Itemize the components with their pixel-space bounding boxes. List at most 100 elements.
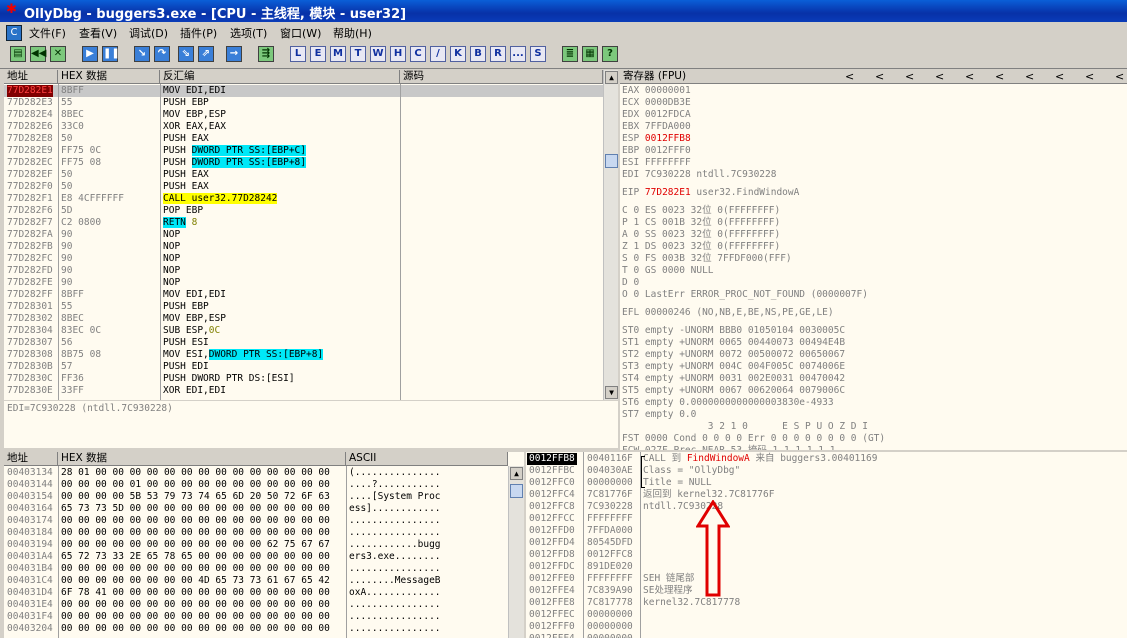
fpu-register-row[interactable]: ST1 empty +UNORM 0065 00440073 00494E4B (622, 337, 845, 349)
step-over-icon[interactable]: ↷ (154, 46, 170, 62)
column-arrow-icon[interactable]: < (965, 71, 974, 83)
trace-over-icon[interactable]: ⇗ (198, 46, 214, 62)
stack-row[interactable]: 0012FFF0 00000000 (526, 621, 1127, 633)
dump-row[interactable]: 004031C4 00 00 00 00 00 00 00 00 4D 65 73… (4, 575, 508, 587)
menu-view[interactable]: 查看(V) (79, 25, 117, 41)
flag-segment-row[interactable]: T 0 GS 0000 NULL (622, 265, 714, 277)
disassembly-pane[interactable]: 地址 HEX 数据 反汇编 源码 77D282E1 8BFF MOV EDI,EDI… (4, 70, 618, 400)
fcw-row[interactable]: FCW 027F Prec NEAR,53 掩码 1 1 1 1 1 1 (622, 445, 835, 450)
disasm-row[interactable]: 77D282FC 90 NOP (4, 253, 603, 265)
stack-row[interactable]: 0012FFF4 00000000 (526, 633, 1127, 638)
stack-row[interactable]: 0012FFD0 7FFDA000 (526, 525, 1127, 537)
column-arrow-icon[interactable]: < (995, 71, 1004, 83)
stack-row[interactable]: 0012FFC8 7C930228 ntdll.7C930228 (526, 501, 1127, 513)
column-arrow-icon[interactable]: < (905, 71, 914, 83)
disasm-header-source[interactable]: 源码 (400, 70, 603, 84)
disasm-row[interactable]: 77D2830B 57 PUSH EDI (4, 361, 603, 373)
dump-row[interactable]: 004031F4 00 00 00 00 00 00 00 00 00 00 00… (4, 611, 508, 623)
flag-segment-row[interactable]: Z 1 DS 0023 32位 0(FFFFFFFF) (622, 241, 780, 253)
dump-row[interactable]: 00403174 00 00 00 00 00 00 00 00 00 00 00… (4, 515, 508, 527)
stack-row[interactable]: 0012FFCC FFFFFFFF (526, 513, 1127, 525)
stack-row[interactable]: 0012FFBC 004030AE Class = "OllyDbg" (526, 465, 1127, 477)
flag-segment-row[interactable]: P 1 CS 001B 32位 0(FFFFFFFF) (622, 217, 780, 229)
dump-row[interactable]: 00403194 00 00 00 00 00 00 00 00 00 00 00… (4, 539, 508, 551)
grid-view-icon[interactable]: ▦ (582, 46, 598, 62)
disasm-scrollbar[interactable]: ▲ ▼ (603, 70, 618, 400)
fpu-register-row[interactable]: ST6 empty 0.0000000000000003830e-4933 (622, 397, 834, 409)
fpu-register-row[interactable]: ST3 empty +UNORM 004C 004F005C 0074006E (622, 361, 845, 373)
flag-segment-row[interactable]: S 0 FS 003B 32位 7FFDF000(FFF) (622, 253, 792, 265)
toolbar-button-l[interactable]: L (290, 46, 306, 62)
scroll-up-icon[interactable]: ▲ (510, 467, 523, 480)
menu-debug[interactable]: 调试(D) (129, 25, 168, 41)
register-edx[interactable]: EDX 0012FDCA (622, 109, 691, 121)
stack-row[interactable]: 0012FFD4 80545DFD (526, 537, 1127, 549)
register-edi[interactable]: EDI 7C930228 ntdll.7C930228 (622, 169, 776, 181)
help-icon[interactable]: ? (602, 46, 618, 62)
disasm-row[interactable]: 77D282EC FF75 08 PUSH DWORD PTR SS:[EBP+8] (4, 157, 603, 169)
toolbar-button-b[interactable]: B (470, 46, 486, 62)
flag-segment-row[interactable]: O 0 LastErr ERROR_PROC_NOT_FOUND (000000… (622, 289, 868, 301)
cpu-window-icon[interactable]: C (6, 25, 22, 41)
dump-row[interactable]: 004031B4 00 00 00 00 00 00 00 00 00 00 00… (4, 563, 508, 575)
register-esi[interactable]: ESI FFFFFFFF (622, 157, 691, 169)
stack-row[interactable]: 0012FFE4 7C839A90 SE处理程序 (526, 585, 1127, 597)
menu-options[interactable]: 选项(T) (230, 25, 267, 41)
step-into-icon[interactable]: ↘ (134, 46, 150, 62)
pause-icon[interactable]: ❚❚ (102, 46, 120, 62)
column-arrow-icon[interactable]: < (935, 71, 944, 83)
stack-row[interactable]: 0012FFC4 7C81776F 返回到 kernel32.7C81776F (526, 489, 1127, 501)
flag-segment-row[interactable]: A 0 SS 0023 32位 0(FFFFFFFF) (622, 229, 780, 241)
fpu-register-row[interactable]: ST7 empty 0.0 (622, 409, 696, 421)
registers-header[interactable]: 寄存器 (FPU) (620, 70, 1127, 84)
toolbar-button-s[interactable]: S (530, 46, 546, 62)
disasm-row[interactable]: 77D28307 56 PUSH ESI (4, 337, 603, 349)
eflags-row[interactable]: EFL 00000246 (NO,NB,E,BE,NS,PE,GE,LE) (622, 307, 834, 319)
disasm-header-disasm[interactable]: 反汇编 (160, 70, 400, 84)
dump-row[interactable]: 00403204 00 00 00 00 00 00 00 00 00 00 00… (4, 623, 508, 635)
stack-row[interactable]: 0012FFC0 00000000 Title = NULL (526, 477, 1127, 489)
toolbar-button-slash[interactable]: / (430, 46, 446, 62)
scroll-up-icon[interactable]: ▲ (605, 71, 618, 84)
disasm-row[interactable]: 77D282EF 50 PUSH EAX (4, 169, 603, 181)
stack-row[interactable]: 0012FFD8 0012FFC8 (526, 549, 1127, 561)
stack-row[interactable]: 0012FFDC 891DE020 (526, 561, 1127, 573)
goto-icon[interactable]: ⇶ (258, 46, 274, 62)
dump-row[interactable]: 004031A4 65 72 73 33 2E 65 78 65 00 00 00… (4, 551, 508, 563)
disasm-row[interactable]: 77D282E6 33C0 XOR EAX,EAX (4, 121, 603, 133)
menu-window[interactable]: 窗口(W) (280, 25, 321, 41)
restart-icon[interactable]: ◀◀ (30, 46, 46, 62)
scroll-down-icon[interactable]: ▼ (605, 386, 618, 399)
fpu-register-row[interactable]: ST5 empty +UNORM 0067 00620064 0079006C (622, 385, 845, 397)
register-ebp[interactable]: EBP 0012FFF0 (622, 145, 691, 157)
list-view-icon[interactable]: ≣ (562, 46, 578, 62)
column-arrow-icon[interactable]: < (1055, 71, 1064, 83)
disasm-row[interactable]: 77D2830E 33FF XOR EDI,EDI (4, 385, 603, 397)
dump-header-ascii[interactable]: ASCII (346, 452, 508, 466)
toolbar-button-k[interactable]: K (450, 46, 466, 62)
disasm-row[interactable]: 77D282FA 90 NOP (4, 229, 603, 241)
register-ecx[interactable]: ECX 0000DB3E (622, 97, 691, 109)
disasm-row[interactable]: 77D282E8 50 PUSH EAX (4, 133, 603, 145)
disasm-row[interactable]: 77D2830C FF36 PUSH DWORD PTR DS:[ESI] (4, 373, 603, 385)
toolbar-button-r[interactable]: R (490, 46, 506, 62)
register-eax[interactable]: EAX 00000001 (622, 85, 691, 97)
toolbar-button-t[interactable]: T (350, 46, 366, 62)
toolbar-button-h[interactable]: H (390, 46, 406, 62)
toolbar-button-m[interactable]: M (330, 46, 346, 62)
disasm-row[interactable]: 77D282E9 FF75 0C PUSH DWORD PTR SS:[EBP+C] (4, 145, 603, 157)
stack-row[interactable]: 0012FFE8 7C817778 kernel32.7C817778 (526, 597, 1127, 609)
disasm-row[interactable]: 77D282F7 C2 0800 RETN 8 (4, 217, 603, 229)
disasm-row[interactable]: 77D282F1 E8 4CFFFFFF CALL user32.77D28242 (4, 193, 603, 205)
disasm-row[interactable]: 77D28302 8BEC MOV EBP,ESP (4, 313, 603, 325)
fpu-register-row[interactable]: ST2 empty +UNORM 0072 00500072 00650067 (622, 349, 845, 361)
fst-row[interactable]: FST 0000 Cond 0 0 0 0 Err 0 0 0 0 0 0 0 … (622, 433, 885, 445)
dump-row[interactable]: 00403134 28 01 00 00 00 00 00 00 00 00 00… (4, 467, 508, 479)
disasm-row[interactable]: 77D282FB 90 NOP (4, 241, 603, 253)
registers-pane[interactable]: 寄存器 (FPU) <<<<<<<<<<< EAX 00000001ECX 00… (620, 70, 1127, 450)
memory-dump-pane[interactable]: 地址 HEX 数据 ASCII 00403134 28 01 00 00 00 0… (4, 452, 524, 638)
disasm-row[interactable]: 77D28301 55 PUSH EBP (4, 301, 603, 313)
menu-file[interactable]: 文件(F) (29, 25, 66, 41)
stack-row[interactable]: 0012FFEC 00000000 (526, 609, 1127, 621)
flag-segment-row[interactable]: D 0 (622, 277, 639, 289)
